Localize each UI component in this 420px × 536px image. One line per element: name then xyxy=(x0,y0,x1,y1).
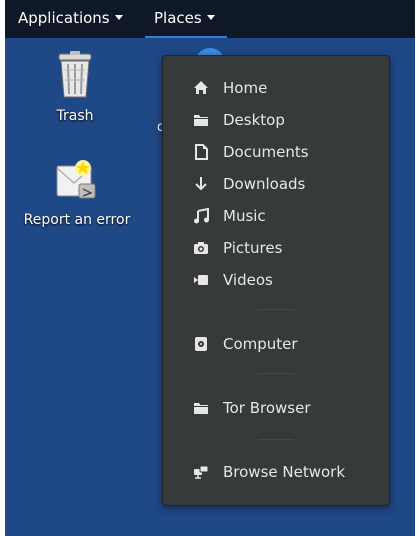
home-icon xyxy=(194,81,208,94)
trash-label: Trash xyxy=(56,108,94,124)
menu-item-label: Downloads xyxy=(223,175,306,193)
places-menu-button[interactable]: Places xyxy=(145,0,227,38)
menu-item-videos[interactable]: Videos xyxy=(163,265,389,295)
computer-icon xyxy=(195,337,207,351)
menu-item-computer[interactable]: Computer xyxy=(163,329,389,359)
menu-item-downloads[interactable]: Downloads xyxy=(163,169,389,199)
applications-label: Applications xyxy=(18,9,110,27)
menu-item-label: Tor Browser xyxy=(223,399,311,417)
report-error-label: Report an error xyxy=(23,212,131,228)
report-error-icon xyxy=(56,160,96,199)
menu-item-label: Home xyxy=(223,79,268,97)
video-icon xyxy=(194,275,208,285)
folder-icon xyxy=(194,403,208,414)
top-panel: Applications Places xyxy=(5,0,415,38)
menu-item-tor-browser[interactable]: Tor Browser xyxy=(163,393,389,423)
desktop-icon-trash[interactable]: Trash xyxy=(45,50,105,124)
menu-item-documents[interactable]: Documents xyxy=(163,137,389,167)
camera-icon xyxy=(194,242,208,254)
music-icon xyxy=(194,208,209,224)
menu-item-music[interactable]: Music xyxy=(163,201,389,231)
desktop-icon-report-error[interactable]: Report an error xyxy=(17,158,137,228)
menu-separator xyxy=(258,439,294,440)
menu-separator xyxy=(258,309,294,310)
places-label: Places xyxy=(154,9,202,27)
menu-item-label: Pictures xyxy=(223,239,283,257)
places-dropdown-menu: Home Desktop Documents Downloads Music P… xyxy=(162,55,390,506)
menu-item-label: Documents xyxy=(223,143,309,161)
document-icon xyxy=(195,144,208,160)
download-icon xyxy=(195,177,207,191)
applications-menu-button[interactable]: Applications xyxy=(18,0,123,38)
menu-item-desktop[interactable]: Desktop xyxy=(163,105,389,135)
menu-item-label: Videos xyxy=(223,271,273,289)
menu-item-label: Music xyxy=(223,207,266,225)
menu-item-browse-network[interactable]: Browse Network xyxy=(163,457,389,487)
menu-item-pictures[interactable]: Pictures xyxy=(163,233,389,263)
menu-item-home[interactable]: Home xyxy=(163,73,389,103)
menu-separator xyxy=(258,373,294,374)
trash-icon xyxy=(58,51,92,98)
menu-item-label: Browse Network xyxy=(223,463,346,481)
chevron-down-icon xyxy=(206,15,215,20)
menu-item-label: Computer xyxy=(223,335,298,353)
network-icon xyxy=(194,465,209,479)
menu-item-label: Desktop xyxy=(223,111,285,129)
folder-icon xyxy=(194,115,208,126)
chevron-down-icon xyxy=(114,15,123,20)
